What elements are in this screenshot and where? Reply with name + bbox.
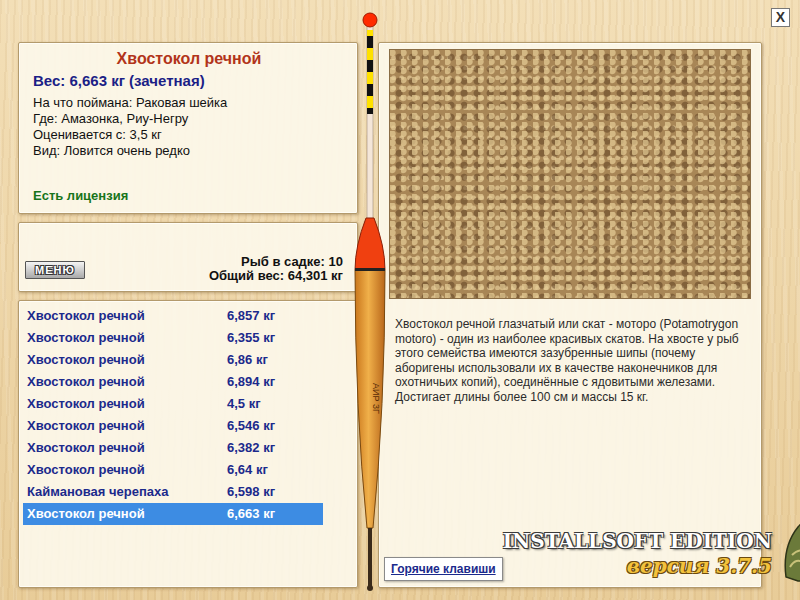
bottom-bar: Горячие клавишиINSTALLSOFT EDITIONверсия… xyxy=(389,507,753,583)
fish-count: Рыб в садке: 10 xyxy=(209,255,343,269)
close-button[interactable]: X xyxy=(771,8,790,27)
fish-row[interactable]: Хвостокол речной6,64 кг xyxy=(23,459,323,481)
fish-weight-cell: 6,355 кг xyxy=(227,328,275,348)
fish-list: Хвостокол речной6,857 кгХвостокол речной… xyxy=(18,300,358,588)
float-icon: АИР 3Г xyxy=(352,8,388,593)
version-label: версия 3.7.5 xyxy=(627,553,772,579)
fish-weight-cell: 6,86 кг xyxy=(227,350,268,370)
fish-row[interactable]: Хвостокол речной6,382 кг xyxy=(23,437,323,459)
catch-detail: Где: Амазонка, Риу-Негру xyxy=(33,111,345,127)
fish-name: Хвостокол речной xyxy=(27,372,227,392)
left-column: Хвостокол речнойВес: 6,663 кг (зачетная)… xyxy=(18,42,358,588)
fish-row[interactable]: Хвостокол речной6,894 кг xyxy=(23,371,323,393)
fish-name: Хвостокол речной xyxy=(27,394,227,414)
catch-detail: Оценивается с: 3,5 кг xyxy=(33,127,345,143)
hotkeys-button[interactable]: Горячие клавиши xyxy=(384,557,503,581)
fish-name: Хвостокол речной xyxy=(27,438,227,458)
fish-name: Хвостокол речной xyxy=(27,504,227,524)
fish-weight-cell: 6,857 кг xyxy=(227,306,275,326)
fish-row[interactable]: Хвостокол речной6,86 кг xyxy=(23,349,323,371)
edition-label: INSTALLSOFT EDITION xyxy=(503,529,772,553)
fish-row[interactable]: Каймановая черепаха6,598 кг xyxy=(23,481,323,503)
fish-photo xyxy=(389,49,751,299)
brand-text: INSTALLSOFT EDITIONверсия 3.7.5 xyxy=(503,529,772,583)
pike-icon xyxy=(776,507,800,583)
brand-logo: INSTALLSOFT EDITIONверсия 3.7.5 xyxy=(503,507,800,583)
catch-details: На что поймана: Раковая шейкаГде: Амазон… xyxy=(33,95,345,159)
fish-name: Хвостокол речной xyxy=(27,328,227,348)
fish-weight-cell: 6,382 кг xyxy=(227,438,275,458)
fish-weight-cell: 6,894 кг xyxy=(227,372,275,392)
fish-name: Хвостокол речной xyxy=(27,350,227,370)
fish-info-panel: Хвостокол речной глазчатый или скат - мо… xyxy=(378,42,762,588)
fish-name: Хвостокол речной xyxy=(27,416,227,436)
fish-row[interactable]: Хвостокол речной6,546 кг xyxy=(23,415,323,437)
fish-weight-cell: 6,663 кг xyxy=(227,504,275,524)
catch-window: XХвостокол речнойВес: 6,663 кг (зачетная… xyxy=(0,0,800,600)
fish-name: Каймановая черепаха xyxy=(27,482,227,502)
catch-detail: Вид: Ловится очень редко xyxy=(33,143,345,159)
keepnet-summary: Рыб в садке: 10Общий вес: 64,301 кг xyxy=(209,255,349,283)
catch-info-panel: Хвостокол речнойВес: 6,663 кг (зачетная)… xyxy=(18,42,358,214)
fish-name: Хвостокол речной xyxy=(27,460,227,480)
license-status: Есть лицензия xyxy=(33,170,345,206)
fish-row[interactable]: Хвостокол речной4,5 кг xyxy=(23,393,323,415)
fish-row[interactable]: Хвостокол речной6,355 кг xyxy=(23,327,323,349)
keepnet-panel: МЕНЮ Рыб в садке: 10Общий вес: 64,301 кг xyxy=(18,222,358,292)
fish-weight-cell: 6,64 кг xyxy=(227,460,268,480)
fish-weight: Вес: 6,663 кг (зачетная) xyxy=(33,71,345,91)
fish-description: Хвостокол речной глазчатый или скат - мо… xyxy=(389,317,753,404)
menu-button[interactable]: МЕНЮ xyxy=(25,261,85,279)
float-label: АИР 3Г xyxy=(371,383,381,414)
fish-row[interactable]: Хвостокол речной6,857 кг xyxy=(23,305,323,327)
fish-name: Хвостокол речной xyxy=(27,306,227,326)
total-weight: Общий вес: 64,301 кг xyxy=(209,269,343,283)
menu-area: МЕНЮ xyxy=(25,261,85,283)
fish-weight-cell: 4,5 кг xyxy=(227,394,261,414)
fish-weight-cell: 6,598 кг xyxy=(227,482,275,502)
catch-detail: На что поймана: Раковая шейка xyxy=(33,95,345,111)
fish-row[interactable]: Хвостокол речной6,663 кг xyxy=(23,503,323,525)
fish-title: Хвостокол речной xyxy=(33,49,345,69)
fish-weight-cell: 6,546 кг xyxy=(227,416,275,436)
